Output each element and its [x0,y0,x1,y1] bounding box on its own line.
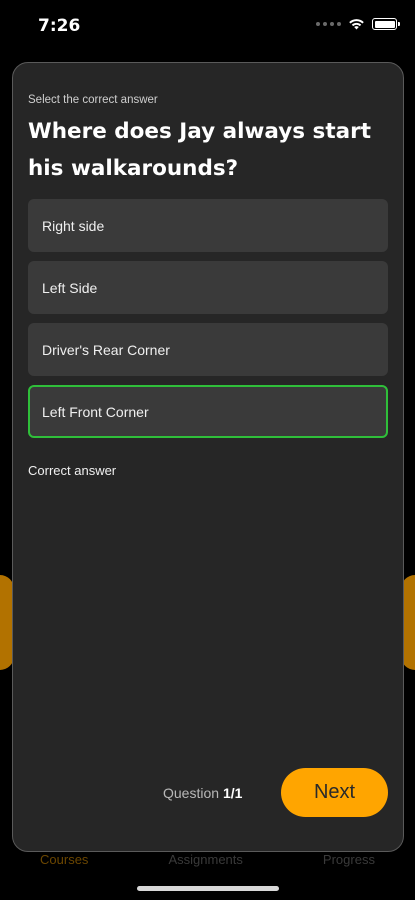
answer-option-right-side[interactable]: Right side [28,199,388,252]
quiz-sheet: Select the correct answer Where does Jay… [12,62,404,852]
battery-icon [372,18,400,30]
tab-bar: Courses Assignments Progress [0,848,415,878]
next-button[interactable]: Next [281,768,388,817]
question-counter: Question 1/1 [163,785,242,801]
quiz-prompt: Select the correct answer [28,94,158,106]
wifi-icon [349,19,364,30]
cellular-signal-icon [316,22,341,26]
question-counter-value: 1/1 [222,785,243,801]
question-counter-label: Question [163,785,223,801]
answer-option-drivers-rear-corner[interactable]: Driver's Rear Corner [28,323,388,376]
status-time: 7:26 [38,16,81,36]
status-bar: 7:26 [0,0,415,50]
tab-assignments[interactable]: Assignments [168,848,242,878]
quiz-question: Where does Jay always start his walkarou… [28,119,371,181]
answer-option-left-front-corner[interactable]: Left Front Corner [28,385,388,438]
home-indicator [137,886,279,891]
answer-feedback: Correct answer [28,463,117,478]
answer-options: Right side Left Side Driver's Rear Corne… [28,199,388,447]
status-icons [316,18,400,30]
tab-courses[interactable]: Courses [40,848,88,878]
answer-option-left-side[interactable]: Left Side [28,261,388,314]
tab-progress[interactable]: Progress [323,848,375,878]
